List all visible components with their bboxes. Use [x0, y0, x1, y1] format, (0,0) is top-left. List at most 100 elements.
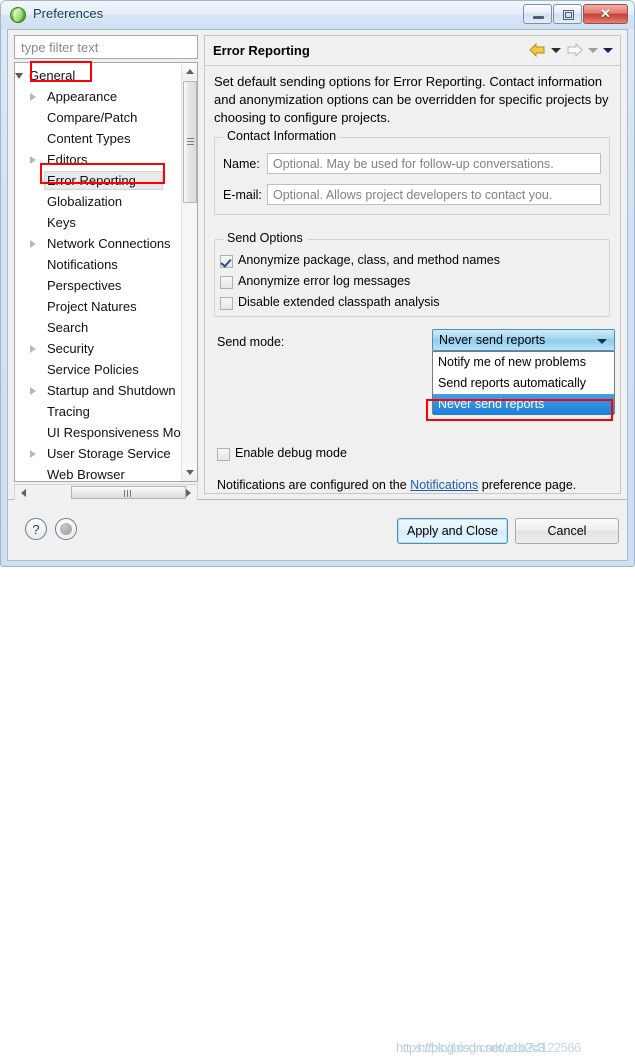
sidebar-item-globalization[interactable]: Globalization: [15, 191, 181, 212]
sidebar-item-web-browser[interactable]: Web Browser: [15, 464, 181, 482]
expander-collapsed-icon[interactable]: [30, 156, 37, 164]
preference-page: Error Reporting Set default sending opti…: [204, 35, 621, 535]
sidebar-item-search[interactable]: Search: [15, 317, 181, 338]
sidebar-item-appearance[interactable]: Appearance: [15, 86, 181, 107]
send-mode-combo[interactable]: Never send reports: [432, 329, 615, 351]
sidebar-item-label: User Storage Service: [47, 446, 171, 461]
send-mode-dropdown-list[interactable]: Notify me of new problems Send reports au…: [432, 351, 615, 415]
enable-debug-mode-checkbox[interactable]: [217, 448, 230, 461]
scroll-right-button[interactable]: [180, 485, 197, 500]
minimize-button[interactable]: [523, 4, 552, 24]
title-bar: Preferences ✕: [1, 1, 634, 29]
expander-collapsed-icon[interactable]: [30, 240, 37, 248]
help-button[interactable]: ?: [25, 518, 47, 540]
expander-collapsed-icon[interactable]: [30, 450, 37, 458]
send-option-checkbox-1[interactable]: [220, 276, 233, 289]
sidebar-item-ui-responsiveness-monitoring[interactable]: UI Responsiveness Monitoring: [15, 422, 197, 443]
preferences-tree[interactable]: General Appearance Compare/Patch Content Ty…: [14, 62, 198, 482]
send-option-checkbox-0[interactable]: [220, 255, 233, 268]
sidebar-item-content-types[interactable]: Content Types: [15, 128, 181, 149]
sidebar-item-perspectives[interactable]: Perspectives: [15, 275, 181, 296]
scroll-grip-icon: [124, 490, 133, 497]
sidebar-item-notifications[interactable]: Notifications: [15, 254, 181, 275]
sidebar-item-label: Project Natures: [47, 299, 137, 314]
back-dropdown-icon[interactable]: [551, 47, 561, 53]
maximize-button[interactable]: [553, 4, 582, 24]
send-mode-option-1[interactable]: Send reports automatically: [433, 373, 614, 394]
sidebar-item-network-connections[interactable]: Network Connections: [15, 233, 181, 254]
send-mode-option-2[interactable]: Never send reports: [433, 394, 614, 415]
back-arrow-icon[interactable]: [529, 42, 546, 58]
tree-vertical-scrollbar[interactable]: [181, 63, 197, 481]
sidebar-item-label: Appearance: [47, 89, 118, 104]
enable-debug-mode-label: Enable debug mode: [235, 446, 347, 460]
notifications-note-after: preference page.: [478, 478, 577, 492]
sidebar-item-user-storage-service[interactable]: User Storage Service: [15, 443, 181, 464]
sidebar-item-label: Globalization: [47, 194, 123, 209]
sidebar-item-service-policies[interactable]: Service Policies: [15, 359, 181, 380]
secondary-round-button[interactable]: [55, 518, 77, 540]
contact-group-title: Contact Information: [223, 129, 341, 143]
preferences-window: Preferences ✕ type filter text General Ap…: [0, 0, 635, 1055]
close-button[interactable]: ✕: [583, 4, 628, 24]
forward-arrow-icon: [566, 42, 583, 58]
scroll-grip-icon: [187, 138, 194, 145]
eclipse-icon: [10, 7, 26, 23]
page-content: Set default sending options for Error Re…: [205, 67, 620, 535]
forward-dropdown-icon: [588, 47, 598, 53]
chevron-right-icon: [186, 489, 191, 497]
sidebar-item-label: General: [29, 68, 76, 83]
tree-horizontal-scrollbar[interactable]: [14, 484, 198, 501]
sidebar-item-label: Editors: [47, 152, 88, 167]
sidebar-item-label: Error Reporting: [47, 173, 136, 188]
expander-collapsed-icon[interactable]: [30, 387, 37, 395]
horizontal-scroll-thumb[interactable]: [71, 486, 186, 499]
scroll-up-button[interactable]: [182, 63, 197, 80]
sidebar-item-startup-and-shutdown[interactable]: Startup and Shutdown: [15, 380, 181, 401]
view-menu-dropdown-icon[interactable]: [603, 47, 613, 53]
filter-input[interactable]: type filter text: [14, 35, 198, 59]
sidebar-item-editors[interactable]: Editors: [15, 149, 181, 170]
sidebar-item-compare-patch[interactable]: Compare/Patch: [15, 107, 181, 128]
apply-and-close-label: Apply and Close: [406, 524, 499, 538]
dialog-body: type filter text General Appearance Compar…: [7, 29, 628, 535]
send-mode-value: Never send reports: [439, 333, 546, 347]
send-mode-option-0[interactable]: Notify me of new problems: [433, 352, 614, 373]
notifications-link[interactable]: Notifications: [410, 478, 478, 492]
close-icon: ✕: [600, 6, 611, 21]
sidebar-item-error-reporting[interactable]: Error Reporting: [15, 170, 181, 191]
cancel-button[interactable]: Cancel: [515, 518, 619, 544]
send-option-label-2: Disable extended classpath analysis: [238, 295, 440, 309]
back-arrow-svg: [529, 42, 545, 58]
email-placeholder: Optional. Allows project developers to c…: [273, 188, 553, 202]
window-title: Preferences: [33, 6, 104, 21]
maximize-icon: [563, 10, 574, 20]
expander-collapsed-icon[interactable]: [30, 345, 37, 353]
sidebar-item-general[interactable]: General: [15, 65, 181, 86]
send-option-checkbox-2[interactable]: [220, 297, 233, 310]
page-description: Set default sending options for Error Re…: [214, 74, 609, 125]
sidebar-item-tracing[interactable]: Tracing: [15, 401, 181, 422]
send-option-label-1: Anonymize error log messages: [238, 274, 411, 288]
chevron-down-icon: [597, 339, 607, 344]
sidebar-item-label: Web Browser: [47, 467, 125, 482]
expander-expanded-icon[interactable]: [15, 73, 23, 79]
watermark-line-b: https://blog.csdn.net/74122566: [418, 1040, 581, 1055]
sidebar-item-project-natures[interactable]: Project Natures: [15, 296, 181, 317]
page-header: Error Reporting: [205, 36, 620, 66]
apply-and-close-button[interactable]: Apply and Close: [397, 518, 508, 544]
send-options-group: Send Options Anonymize package, class, a…: [214, 231, 610, 317]
scroll-left-button[interactable]: [15, 485, 32, 500]
sidebar-item-label: Search: [47, 320, 89, 335]
sidebar-item-keys[interactable]: Keys: [15, 212, 181, 233]
scroll-down-button[interactable]: [182, 464, 197, 481]
sidebar-item-label: Tracing: [47, 404, 90, 419]
vertical-scroll-thumb[interactable]: [183, 81, 197, 203]
name-field[interactable]: Optional. May be used for follow-up conv…: [267, 153, 601, 174]
email-field[interactable]: Optional. Allows project developers to c…: [267, 184, 601, 205]
expander-collapsed-icon[interactable]: [30, 93, 37, 101]
sidebar-item-security[interactable]: Security: [15, 338, 181, 359]
notifications-note-before: Notifications are configured on the: [217, 478, 411, 492]
send-mode-options: Notify me of new problems Send reports au…: [433, 352, 614, 415]
sidebar-item-label: Startup and Shutdown: [47, 383, 176, 398]
